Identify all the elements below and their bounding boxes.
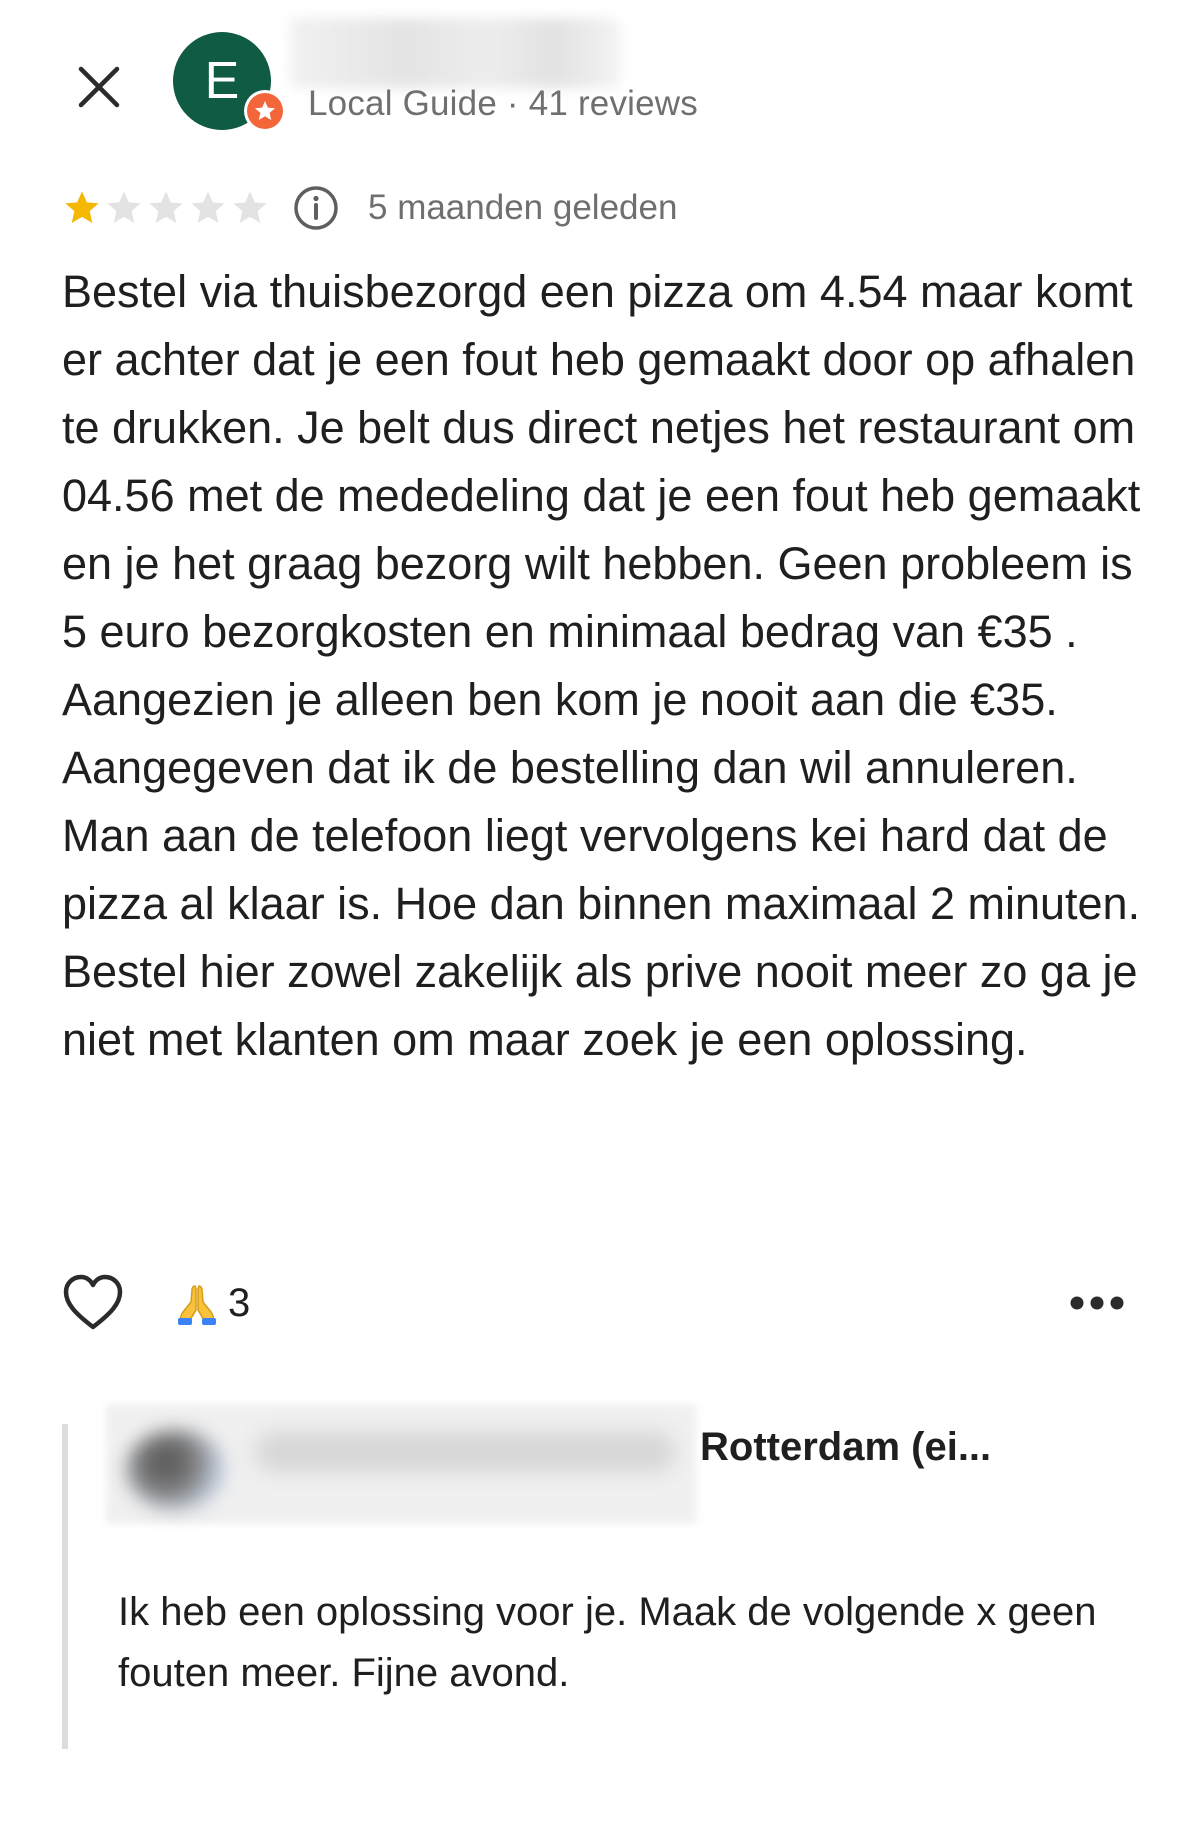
local-guide-badge [244, 90, 286, 132]
star-empty-icon [149, 191, 183, 223]
review-actions: 3 [62, 1268, 1132, 1338]
close-icon [78, 66, 120, 108]
avatar-initial: E [204, 52, 240, 110]
star-empty-icon [191, 191, 225, 223]
more-options-button[interactable] [1062, 1268, 1132, 1338]
close-button[interactable] [64, 52, 134, 122]
local-guide-star-icon [255, 101, 275, 120]
review-text: Bestel via thuisbezorgd een pizza om 4.5… [62, 266, 1141, 1065]
info-button[interactable] [292, 184, 340, 232]
folded-hands-icon [174, 1280, 220, 1326]
like-button[interactable] [58, 1268, 128, 1338]
star-filled-icon [65, 191, 99, 223]
owner-avatar [126, 1430, 226, 1510]
star-rating [62, 188, 270, 228]
rating-row: 5 maanden geleden [62, 180, 677, 236]
reaction-button[interactable]: 3 [174, 1280, 250, 1326]
reviewer-meta: Local Guide · 41 reviews [308, 84, 698, 123]
heart-icon [63, 1274, 123, 1330]
owner-name-redacted [255, 1432, 675, 1472]
owner-reply-text: Ik heb een oplossing voor je. Maak de vo… [118, 1590, 1097, 1695]
info-icon [294, 186, 338, 230]
more-horizontal-icon [1070, 1296, 1124, 1310]
review-date: 5 maanden geleden [368, 188, 678, 227]
owner-name: Rotterdam (ei... [700, 1425, 992, 1469]
reply-indent-bar [62, 1424, 68, 1749]
star-empty-icon [233, 191, 267, 223]
reviewer-name-redacted [290, 18, 620, 88]
reaction-count: 3 [228, 1280, 251, 1325]
star-empty-icon [107, 191, 141, 223]
